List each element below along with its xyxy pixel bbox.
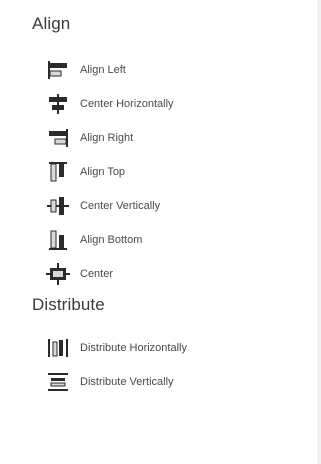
align-left-label: Align Left [80,64,126,76]
center-vertically-icon [44,193,72,219]
align-bottom-button[interactable]: Align Bottom [44,226,142,254]
distribute-horizontally-icon [44,335,72,361]
align-bottom-label: Align Bottom [80,234,143,246]
distribute-horizontally-label: Distribute Horizontally [80,342,187,354]
align-right-icon [44,125,72,151]
align-top-icon [44,159,72,185]
center-button[interactable]: Center [44,260,113,288]
align-right-label: Align Right [80,132,134,144]
center-horizontally-label: Center Horizontally [80,98,174,110]
distribute-vertically-icon [44,369,72,395]
align-left-icon [44,57,72,83]
center-vertically-button[interactable]: Center Vertically [44,192,160,220]
center-horizontally-button[interactable]: Center Horizontally [44,90,174,118]
align-section-title: Align [32,14,71,33]
align-bottom-icon [44,227,72,253]
center-horizontally-icon [44,91,72,117]
center-icon [44,261,72,287]
distribute-section-title: Distribute [32,295,105,314]
center-label: Center [80,268,114,280]
distribute-vertically-button[interactable]: Distribute Vertically [44,368,174,396]
align-top-label: Align Top [80,166,126,178]
center-vertically-label: Center Vertically [80,200,161,212]
align-right-button[interactable]: Align Right [44,124,133,152]
distribute-horizontally-button[interactable]: Distribute Horizontally [44,334,187,362]
align-top-button[interactable]: Align Top [44,158,125,186]
distribute-vertically-label: Distribute Vertically [80,376,174,388]
align-left-button[interactable]: Align Left [44,56,126,84]
align-panel: Align Align Left Center Horizontally Ali… [0,0,321,464]
